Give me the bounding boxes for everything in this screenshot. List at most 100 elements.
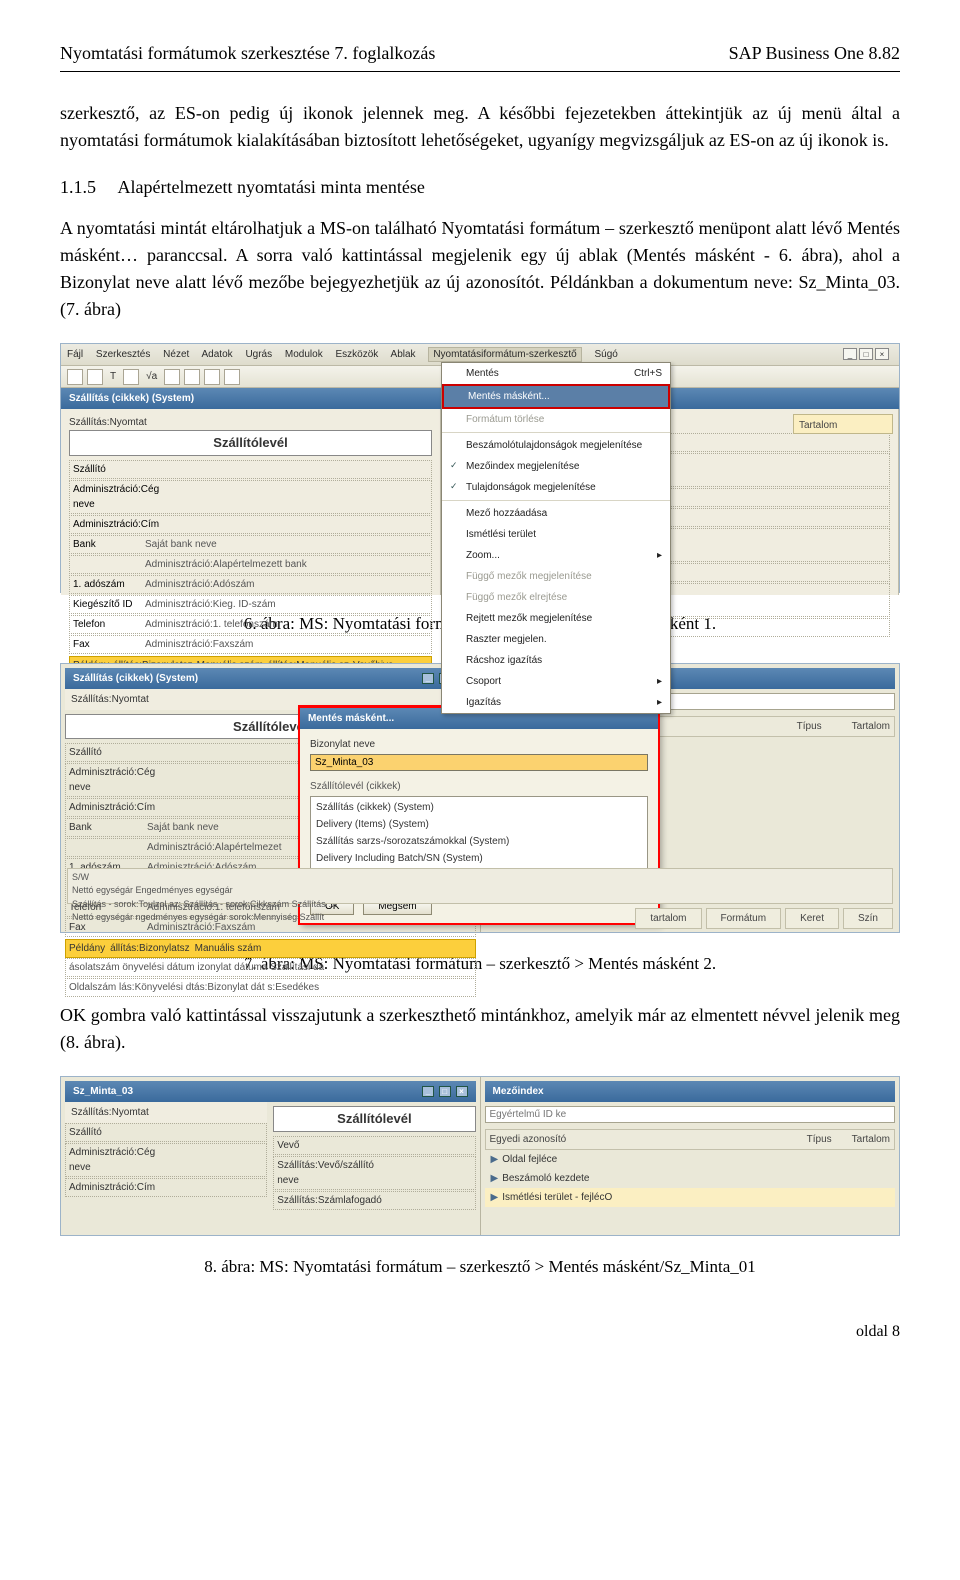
field-label: Adminisztráció:Cím bbox=[70, 516, 142, 533]
col-content: Tartalom bbox=[852, 1132, 890, 1147]
menu-item[interactable]: Mezőindex megjelenítése bbox=[442, 456, 670, 477]
field-label: 1. adószám bbox=[70, 576, 142, 593]
tab-format[interactable]: Formátum bbox=[706, 908, 782, 929]
left-title-text: Szállítás (cikkek) (System) bbox=[73, 671, 198, 686]
right-content-box: Tartalom bbox=[793, 414, 893, 434]
section-title: Alapértelmezett nyomtatási minta mentése bbox=[118, 177, 425, 197]
field-row: 1. adószámAdminisztráció:Adószám bbox=[69, 575, 432, 594]
left-window-controls[interactable]: _ □ × bbox=[420, 1084, 468, 1099]
right-pane: Mezőindex Egyedi azonosító Típus Tartalo… bbox=[480, 1077, 900, 1235]
menu-goto[interactable]: Ugrás bbox=[245, 349, 272, 360]
field-value bbox=[142, 516, 148, 533]
toolbar-btn-c[interactable] bbox=[184, 369, 200, 385]
field-row: Adminisztráció:Cím bbox=[69, 515, 432, 534]
document-title: Szállítólevél bbox=[69, 430, 432, 456]
minimize-icon[interactable]: _ bbox=[422, 1086, 434, 1097]
close-icon[interactable]: × bbox=[456, 1086, 468, 1097]
field-label: Vevő bbox=[274, 1137, 354, 1154]
field-value bbox=[142, 461, 148, 478]
menu-item[interactable]: Ismétlési terület bbox=[442, 524, 670, 545]
tab-content[interactable]: tartalom bbox=[635, 908, 701, 929]
header-left: Nyomtatási formátumok szerkesztése 7. fo… bbox=[60, 40, 435, 67]
bottom-row: Oldalszám lás:Könyvelési dtás:Bizonylat … bbox=[65, 978, 476, 997]
field-value bbox=[142, 481, 148, 513]
menu-item[interactable]: Zoom...▸ bbox=[442, 545, 670, 566]
menu-window[interactable]: Ablak bbox=[391, 349, 416, 360]
figure-8-screenshot: Sz_Minta_03 _ □ × Szállítás:Nyomtat Szál… bbox=[60, 1076, 900, 1236]
minimize-icon[interactable]: _ bbox=[843, 348, 857, 360]
list-item[interactable]: Szállítás sarzs-/sorozatszámokkal (Syste… bbox=[314, 833, 644, 850]
field-value: Adminisztráció:Kieg. ID-szám bbox=[142, 596, 279, 613]
maximize-icon[interactable]: □ bbox=[859, 348, 873, 360]
left-titlebar: Szállítás (cikkek) (System) _ □ × bbox=[65, 668, 476, 689]
menu-modules[interactable]: Modulok bbox=[285, 349, 323, 360]
window-controls[interactable]: _ □ × bbox=[843, 348, 889, 360]
list-item[interactable]: Szállítás (cikkek) (System) bbox=[314, 799, 644, 816]
toolbar-btn-a[interactable] bbox=[123, 369, 139, 385]
menu-data[interactable]: Adatok bbox=[202, 349, 233, 360]
menu-print-format-editor[interactable]: Nyomtatásiformátum-szerkesztő bbox=[428, 347, 581, 362]
property-tabs[interactable]: tartalom Formátum Keret Szín bbox=[635, 908, 893, 929]
toolbar-pointer-icon[interactable] bbox=[67, 369, 83, 385]
toolbar-btn-b[interactable] bbox=[164, 369, 180, 385]
field-label: Adminisztráció:Cég neve bbox=[66, 764, 144, 796]
field-row: FaxAdminisztráció:Faxszám bbox=[69, 635, 432, 654]
close-icon[interactable]: × bbox=[875, 348, 889, 360]
toolbar-btn-d[interactable] bbox=[204, 369, 220, 385]
field-label: Adminisztráció:Cím bbox=[66, 1179, 146, 1196]
toolbar-text-t[interactable]: T bbox=[107, 368, 119, 385]
document-title: Szállítólevél bbox=[273, 1106, 475, 1132]
menu-item: Függő mezők megjelenítése bbox=[442, 566, 670, 587]
maximize-icon[interactable]: □ bbox=[439, 1086, 451, 1097]
col-content: Tartalom bbox=[852, 719, 890, 734]
menu-item[interactable]: MentésCtrl+S bbox=[442, 363, 670, 384]
field-value: Adminisztráció:Alapértelmezett bank bbox=[142, 556, 310, 573]
menu-item[interactable]: Rácshoz igazítás bbox=[442, 650, 670, 671]
figure-8-caption: 8. ábra: MS: Nyomtatási formátum – szerk… bbox=[60, 1254, 900, 1280]
field-label bbox=[70, 556, 142, 573]
toolbar-select-icon[interactable] bbox=[87, 369, 103, 385]
menu-item[interactable]: Mező hozzáadása bbox=[442, 503, 670, 524]
menu-help[interactable]: Súgó bbox=[594, 349, 617, 360]
col-id: Egyedi azonosító bbox=[490, 1132, 787, 1147]
list-item[interactable]: Delivery (Items) (System) bbox=[314, 816, 644, 833]
document-name-input[interactable] bbox=[310, 754, 648, 771]
menu-item[interactable]: Raszter megjelen. bbox=[442, 629, 670, 650]
toolbar-text-sqrt[interactable]: √a bbox=[143, 368, 160, 385]
search-row[interactable] bbox=[485, 1106, 896, 1123]
tree-row[interactable]: ▶Beszámoló kezdete bbox=[485, 1169, 896, 1188]
field-row: Adminisztráció:Cég neve bbox=[69, 480, 432, 514]
menu-item[interactable]: Rejtett mezők megjelenítése bbox=[442, 608, 670, 629]
tab-border[interactable]: Keret bbox=[785, 908, 839, 929]
tree-row[interactable]: ▶Oldal fejléce bbox=[485, 1150, 896, 1169]
figure-6-screenshot: Fájl Szerkesztés Nézet Adatok Ugrás Modu… bbox=[60, 343, 900, 593]
left-pane: Sz_Minta_03 _ □ × Szállítás:Nyomtat Szál… bbox=[61, 1077, 480, 1235]
field-value: Adminisztráció:1. telefonszám bbox=[142, 616, 281, 633]
toolbar-btn-e[interactable] bbox=[224, 369, 240, 385]
search-input[interactable] bbox=[485, 1106, 896, 1123]
menu-item[interactable]: Beszámolótulajdonságok megjelenítése bbox=[442, 435, 670, 456]
bottom-seg: S/W Nettó egységár Engedményes egységár … bbox=[67, 868, 893, 904]
menu-item[interactable]: Tulajdonságok megjelenítése bbox=[442, 477, 670, 498]
tree-row[interactable]: ▶Ismétlési terület - fejlécO bbox=[485, 1188, 896, 1207]
menu-edit[interactable]: Szerkesztés bbox=[96, 349, 150, 360]
field-label: Szállító bbox=[66, 744, 144, 761]
minimize-icon[interactable]: _ bbox=[422, 673, 434, 684]
field-label: Adminisztráció:Cég neve bbox=[70, 481, 142, 513]
menu-item[interactable]: Csoport▸ bbox=[442, 671, 670, 692]
menu-file[interactable]: Fájl bbox=[67, 349, 83, 360]
field-row: Adminisztráció:Cím bbox=[65, 1178, 267, 1197]
field-row: Szállító bbox=[65, 1123, 267, 1142]
menu-view[interactable]: Nézet bbox=[163, 349, 189, 360]
field-row: Szállító bbox=[69, 460, 432, 479]
list-item[interactable]: Delivery Including Batch/SN (System) bbox=[314, 850, 644, 867]
menu-item[interactable]: Igazítás▸ bbox=[442, 692, 670, 713]
right-column-headers: Egyedi azonosító Típus Tartalom bbox=[485, 1129, 896, 1150]
field-row: Szállítás:Számlafogadó bbox=[273, 1191, 475, 1210]
chevron-right-icon: ▶ bbox=[491, 1154, 499, 1165]
menu-item[interactable]: Mentés másként... bbox=[442, 384, 670, 409]
format-editor-dropdown[interactable]: MentésCtrl+SMentés másként...Formátum tö… bbox=[441, 362, 671, 714]
field-value bbox=[146, 1144, 152, 1176]
tab-color[interactable]: Szín bbox=[843, 908, 893, 929]
menu-tools[interactable]: Eszközök bbox=[336, 349, 379, 360]
